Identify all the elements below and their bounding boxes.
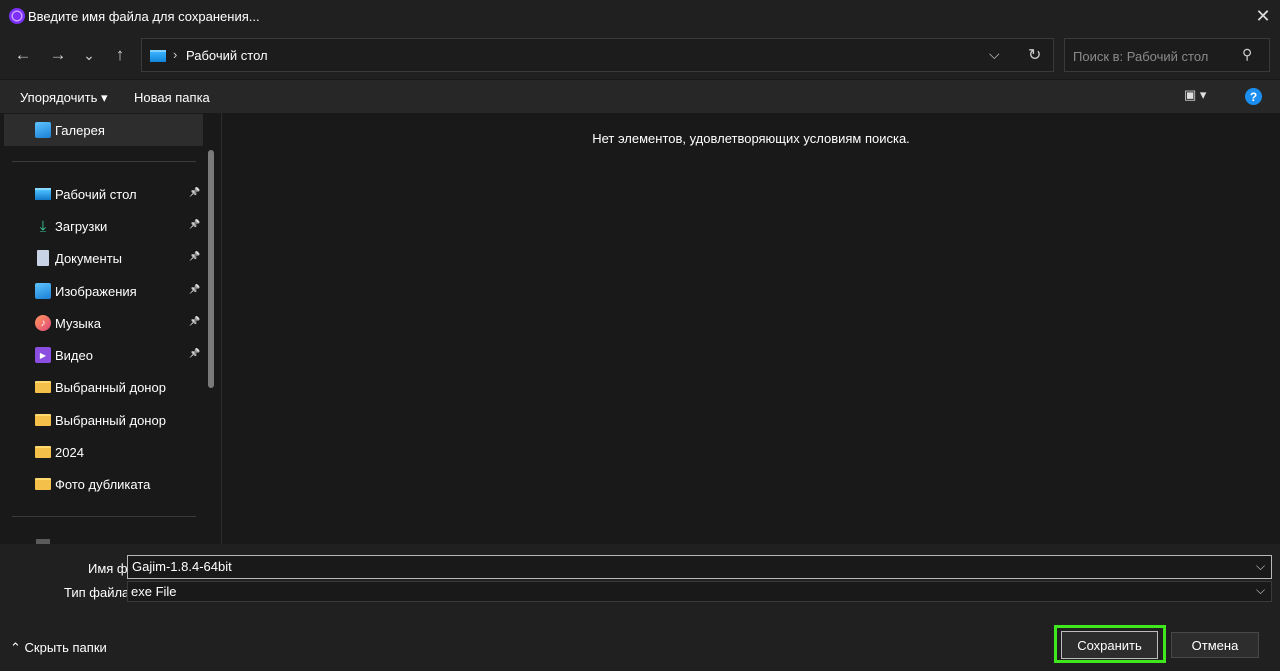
pin-icon[interactable]: 📌 xyxy=(189,316,200,327)
sidebar-item-label: Изображения xyxy=(55,283,137,299)
hide-folders-button[interactable]: ⌃ Скрыть папки xyxy=(10,640,107,656)
back-arrow-icon: ← xyxy=(14,45,32,64)
sidebar-item-label: Выбранный донор xyxy=(55,412,166,428)
desktop-folder-icon xyxy=(150,50,166,62)
address-bar[interactable]: › Рабочий стол ⌵ ↻ xyxy=(141,38,1054,72)
address-history-chevron-icon[interactable]: ⌵ xyxy=(989,46,1000,63)
pin-icon[interactable]: 📌 xyxy=(189,251,200,262)
sidebar-scrollbar[interactable] xyxy=(208,150,214,388)
save-button[interactable]: Сохранить xyxy=(1061,631,1158,659)
filetype-label: Тип файла: xyxy=(64,585,133,600)
breadcrumb-desktop[interactable]: Рабочий стол xyxy=(186,48,268,63)
breadcrumb-separator-icon[interactable]: › xyxy=(173,47,177,62)
sidebar-item-label: Выбранный донор xyxy=(55,379,166,395)
back-button[interactable]: ← xyxy=(9,40,37,70)
sidebar-item-documents[interactable]: Документы 📌 xyxy=(30,245,205,271)
sidebar-item-music[interactable]: ♪ Музыка 📌 xyxy=(30,310,205,336)
sidebar-item-label: Фото дубликата xyxy=(55,476,151,492)
sidebar-item-label: Загрузки xyxy=(55,218,108,234)
filetype-value: exe File xyxy=(131,584,177,599)
sidebar-item-gallery[interactable]: Галерея xyxy=(30,117,205,143)
sidebar-divider xyxy=(12,161,196,162)
pin-icon[interactable]: 📌 xyxy=(189,187,200,198)
search-box[interactable]: ⚲ xyxy=(1064,38,1270,72)
forward-arrow-icon: → xyxy=(49,45,67,64)
filename-input[interactable] xyxy=(132,559,1232,574)
filetype-select[interactable]: exe File ⌵ xyxy=(127,581,1272,602)
video-icon: ▶ xyxy=(35,347,51,363)
chevron-down-icon[interactable]: ⌵ xyxy=(1256,583,1265,598)
help-icon[interactable]: ? xyxy=(1245,88,1262,105)
sidebar-item-pictures[interactable]: Изображения 📌 xyxy=(30,278,205,304)
folder-icon xyxy=(35,414,51,426)
documents-icon xyxy=(37,250,49,266)
pane-divider xyxy=(221,113,222,544)
sidebar-item-folder[interactable]: Выбранный донор xyxy=(30,374,205,400)
close-icon: ✕ xyxy=(1255,5,1271,26)
sidebar-divider xyxy=(12,516,196,517)
app-icon xyxy=(9,8,25,24)
music-icon: ♪ xyxy=(35,315,51,331)
sidebar-item-label: Документы xyxy=(55,250,123,266)
recent-locations-button[interactable]: ⌄ xyxy=(75,40,103,70)
sidebar-item-downloads[interactable]: ⤓ Загрузки 📌 xyxy=(30,213,205,239)
empty-results-message: Нет элементов, удовлетворяющих условиям … xyxy=(592,131,910,146)
search-icon[interactable]: ⚲ xyxy=(1242,46,1252,63)
window-title: Введите имя файла для сохранения... xyxy=(28,9,260,24)
up-arrow-icon: ↑ xyxy=(115,45,125,64)
cancel-button[interactable]: Отмена xyxy=(1171,632,1259,658)
hide-folders-label: Скрыть папки xyxy=(24,640,107,655)
sidebar-item-folder[interactable]: Выбранный донор xyxy=(30,407,205,433)
forward-button[interactable]: → xyxy=(44,40,72,70)
folder-icon xyxy=(35,446,51,458)
up-button[interactable]: ↑ xyxy=(106,40,134,70)
chevron-down-icon[interactable]: ⌵ xyxy=(1256,559,1265,574)
sidebar-item-desktop[interactable]: Рабочий стол 📌 xyxy=(30,181,205,207)
view-options-button[interactable]: ▣ ▾ xyxy=(1184,87,1206,103)
close-button[interactable]: ✕ xyxy=(1246,0,1280,32)
pin-icon[interactable]: 📌 xyxy=(189,348,200,359)
sidebar-item-label: 2024 xyxy=(55,444,84,460)
chevron-up-icon: ⌃ xyxy=(10,640,21,655)
pin-icon[interactable]: 📌 xyxy=(189,284,200,295)
sidebar-item-label: Галерея xyxy=(55,122,105,138)
pin-icon[interactable]: 📌 xyxy=(189,219,200,230)
downloads-icon: ⤓ xyxy=(39,217,47,235)
new-folder-button[interactable]: Новая папка xyxy=(134,90,210,105)
folder-icon xyxy=(35,478,51,490)
sidebar-item-label: Музыка xyxy=(55,315,101,331)
chevron-down-icon: ⌄ xyxy=(83,46,95,63)
pictures-icon xyxy=(35,283,51,299)
sidebar-item-folder[interactable]: Фото дубликата xyxy=(30,471,205,497)
search-input[interactable] xyxy=(1071,46,1240,66)
refresh-icon[interactable]: ↻ xyxy=(1028,45,1041,65)
filename-combobox[interactable]: ⌵ xyxy=(127,555,1272,579)
gallery-icon xyxy=(35,122,51,138)
organize-menu-button[interactable]: Упорядочить ▾ xyxy=(20,90,108,106)
sidebar-item-label: Видео xyxy=(55,347,93,363)
folder-icon xyxy=(35,381,51,393)
sidebar-item-label: Рабочий стол xyxy=(55,186,137,202)
sidebar-item-video[interactable]: ▶ Видео 📌 xyxy=(30,342,205,368)
sidebar-item-folder[interactable]: 2024 xyxy=(30,439,205,465)
desktop-icon xyxy=(35,188,51,200)
